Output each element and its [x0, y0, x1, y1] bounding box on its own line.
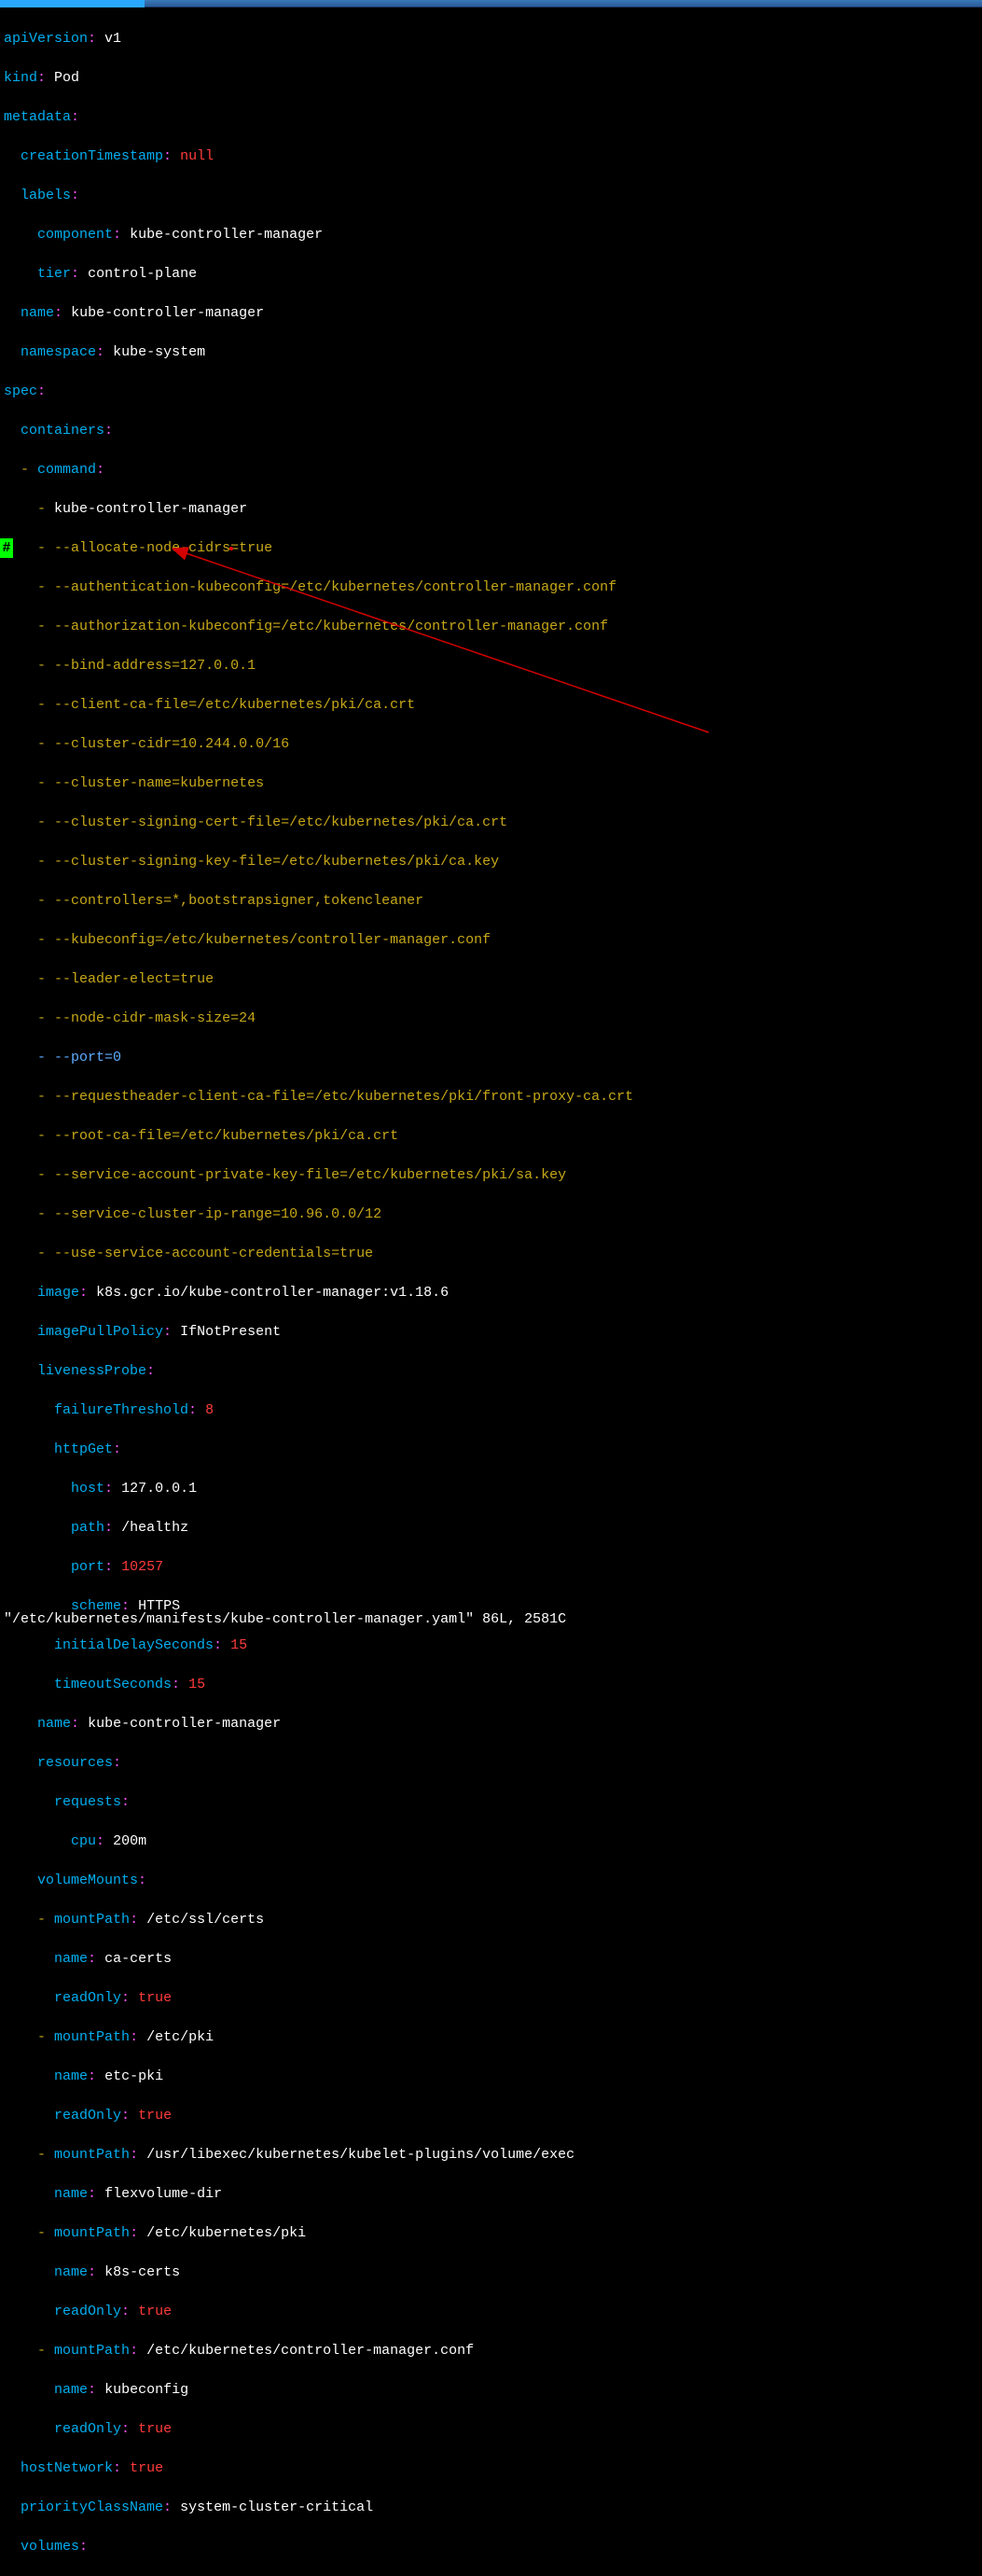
window-tab[interactable] — [0, 0, 145, 7]
yaml-value: true — [138, 2108, 172, 2123]
yaml-value: v1 — [104, 31, 121, 47]
command-item: --cluster-cidr=10.244.0.0/16 — [54, 736, 289, 752]
command-item: --service-account-private-key-file=/etc/… — [54, 1167, 566, 1183]
vim-status-line: "/etc/kubernetes/manifests/kube-controll… — [4, 1609, 566, 1629]
yaml-value: 15 — [230, 1637, 247, 1653]
yaml-value: k8s-certs — [104, 2264, 180, 2280]
yaml-value: /usr/libexec/kubernetes/kubelet-plugins/… — [146, 2147, 574, 2163]
command-item: --node-cidr-mask-size=24 — [54, 1010, 256, 1026]
yaml-value: 10257 — [121, 1559, 163, 1575]
command-item: --authorization-kubeconfig=/etc/kubernet… — [54, 619, 608, 634]
command-item: --cluster-signing-key-file=/etc/kubernet… — [54, 854, 499, 870]
yaml-value: control-plane — [88, 266, 197, 282]
yaml-value: kube-system — [113, 344, 205, 360]
yaml-value: true — [138, 2421, 172, 2437]
yaml-value: kube-controller-manager — [71, 305, 264, 321]
command-item: --requestheader-client-ca-file=/etc/kube… — [54, 1089, 633, 1105]
yaml-value: true — [138, 1990, 172, 2006]
yaml-value: k8s.gcr.io/kube-controller-manager:v1.18… — [96, 1285, 449, 1301]
yaml-value: kube-controller-manager — [130, 227, 323, 243]
title-bar — [0, 0, 982, 7]
yaml-value: 127.0.0.1 — [121, 1481, 197, 1497]
command-item: --allocate-node-cidrs=true — [54, 540, 272, 556]
yaml-value: /etc/kubernetes/controller-manager.conf — [146, 2343, 474, 2359]
command-item: --root-ca-file=/etc/kubernetes/pki/ca.cr… — [54, 1128, 398, 1144]
command-item: --leader-elect=true — [54, 971, 214, 987]
yaml-value: /etc/ssl/certs — [146, 1912, 264, 1928]
gutter-change-mark: # — [0, 538, 13, 558]
yaml-value: /healthz — [121, 1520, 188, 1536]
yaml-value: kubeconfig — [104, 2382, 188, 2398]
yaml-value: /etc/kubernetes/pki — [146, 2225, 306, 2241]
yaml-value: null — [180, 148, 214, 164]
yaml-value: 200m — [113, 1833, 146, 1849]
command-item: --cluster-signing-cert-file=/etc/kuberne… — [54, 815, 507, 830]
yaml-value: ca-certs — [104, 1951, 172, 1967]
command-item: --cluster-name=kubernetes — [54, 775, 264, 791]
command-item: --client-ca-file=/etc/kubernetes/pki/ca.… — [54, 697, 415, 713]
yaml-value: true — [138, 2304, 172, 2319]
command-item: kube-controller-manager — [54, 501, 247, 517]
command-item: --authentication-kubeconfig=/etc/kuberne… — [54, 579, 616, 595]
command-item: --kubeconfig=/etc/kubernetes/controller-… — [54, 932, 491, 948]
command-item: --service-cluster-ip-range=10.96.0.0/12 — [54, 1206, 381, 1222]
yaml-value: flexvolume-dir — [104, 2186, 222, 2202]
command-item: --bind-address=127.0.0.1 — [54, 658, 256, 674]
yaml-value: Pod — [54, 70, 79, 86]
command-item: --controllers=*,bootstrapsigner,tokencle… — [54, 893, 423, 909]
yaml-value: IfNotPresent — [180, 1324, 281, 1340]
yaml-value: /etc/pki — [146, 2029, 214, 2045]
yaml-editor[interactable]: apiVersion: v1 kind: Pod metadata: creat… — [0, 7, 982, 2576]
yaml-value: kube-controller-manager — [88, 1716, 281, 1732]
highlighted-line: - --port=0 — [4, 1048, 982, 1067]
yaml-value: etc-pki — [104, 2068, 163, 2084]
command-item: --use-service-account-credentials=true — [54, 1246, 373, 1261]
yaml-value: 15 — [188, 1677, 205, 1692]
yaml-value: 8 — [205, 1402, 214, 1418]
yaml-value: system-cluster-critical — [180, 2499, 373, 2515]
yaml-value: true — [130, 2460, 163, 2476]
